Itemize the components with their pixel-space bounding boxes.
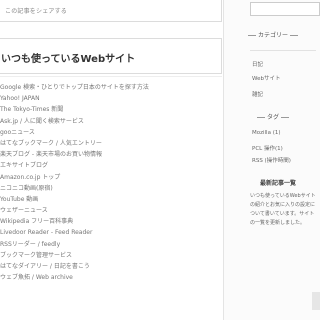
category-item[interactable]: 日記 bbox=[252, 60, 263, 68]
search-input[interactable] bbox=[250, 2, 320, 16]
share-banner-text: この記事をシェアする bbox=[5, 8, 68, 15]
recent-posts-heading: 最新記事一覧 bbox=[260, 180, 297, 187]
category-heading: カテゴリー bbox=[230, 30, 316, 39]
tag-item[interactable]: PCL 操作(1) bbox=[252, 144, 283, 152]
link-item[interactable]: Ask.jp / 人に聞く検索サービス bbox=[0, 116, 222, 127]
link-item[interactable]: gooニュース bbox=[0, 127, 222, 138]
link-item[interactable]: ウェザーニュース bbox=[0, 205, 222, 216]
link-item[interactable]: Livedoor Reader - Feed Reader bbox=[0, 227, 222, 238]
link-item[interactable]: はてなブックマーク / 人気エントリー bbox=[0, 138, 222, 149]
sidebar: カテゴリー 日記 Webサイト 雑記 タグ Mozilla (1) PCL 操作… bbox=[230, 0, 320, 320]
heading-rule bbox=[290, 35, 298, 36]
corner-widget bbox=[312, 292, 320, 310]
section-title: いつも使っているWebサイト bbox=[1, 54, 136, 65]
link-item[interactable]: Yahoo! JAPAN bbox=[0, 93, 222, 104]
tag-item[interactable]: RSS (操作時間) bbox=[252, 156, 291, 164]
category-item[interactable]: Webサイト bbox=[252, 74, 281, 82]
category-heading-text: カテゴリー bbox=[257, 32, 288, 39]
section-title-box: いつも使っているWebサイト bbox=[0, 38, 222, 74]
tag-heading: タグ bbox=[230, 112, 316, 121]
divider bbox=[250, 50, 316, 51]
main-column: この記事をシェアする いつも使っているWebサイト Google 検索・ひとりで… bbox=[0, 0, 224, 320]
heading-rule bbox=[256, 117, 265, 118]
link-item[interactable]: 楽天ブログ - 楽天市場のお買い物情報 bbox=[0, 149, 222, 160]
link-item[interactable]: Google 検索・ひとりでトップ日本のサイトを探す方法 bbox=[0, 82, 222, 93]
link-item[interactable]: はてなダイアリー / 日記を書こう bbox=[0, 261, 222, 272]
link-item[interactable]: ニコニコ動画(原宿) bbox=[0, 183, 222, 194]
website-link-list: Google 検索・ひとりでトップ日本のサイトを探す方法 Yahoo! JAPA… bbox=[0, 82, 222, 283]
recent-posts-text: いつも使っているWebサイトの紹介とお気に入りの設定について書いています。サイト… bbox=[250, 193, 316, 226]
heading-rule bbox=[281, 117, 289, 118]
link-item[interactable]: Amazon.co.jp トップ bbox=[0, 172, 222, 183]
link-item[interactable]: YouTube 動画 bbox=[0, 194, 222, 205]
share-banner: この記事をシェアする bbox=[0, 0, 222, 22]
category-item[interactable]: 雑記 bbox=[252, 90, 263, 98]
link-item[interactable]: Wikipedia フリー百科事典 bbox=[0, 216, 222, 227]
tag-item[interactable]: Mozilla (1) bbox=[252, 130, 281, 136]
link-item[interactable]: ブックマーク管理サービス bbox=[0, 250, 222, 261]
link-item[interactable]: The Tokyo-Times 新聞 bbox=[0, 104, 222, 115]
link-item[interactable]: ウェブ魚拓 / Web archive bbox=[0, 272, 222, 283]
link-item[interactable]: エキサイトブログ bbox=[0, 160, 222, 171]
tag-heading-text: タグ bbox=[266, 114, 279, 121]
divider bbox=[0, 76, 222, 77]
link-item[interactable]: RSSリーダー / feedly bbox=[0, 239, 222, 250]
heading-rule bbox=[247, 35, 256, 36]
